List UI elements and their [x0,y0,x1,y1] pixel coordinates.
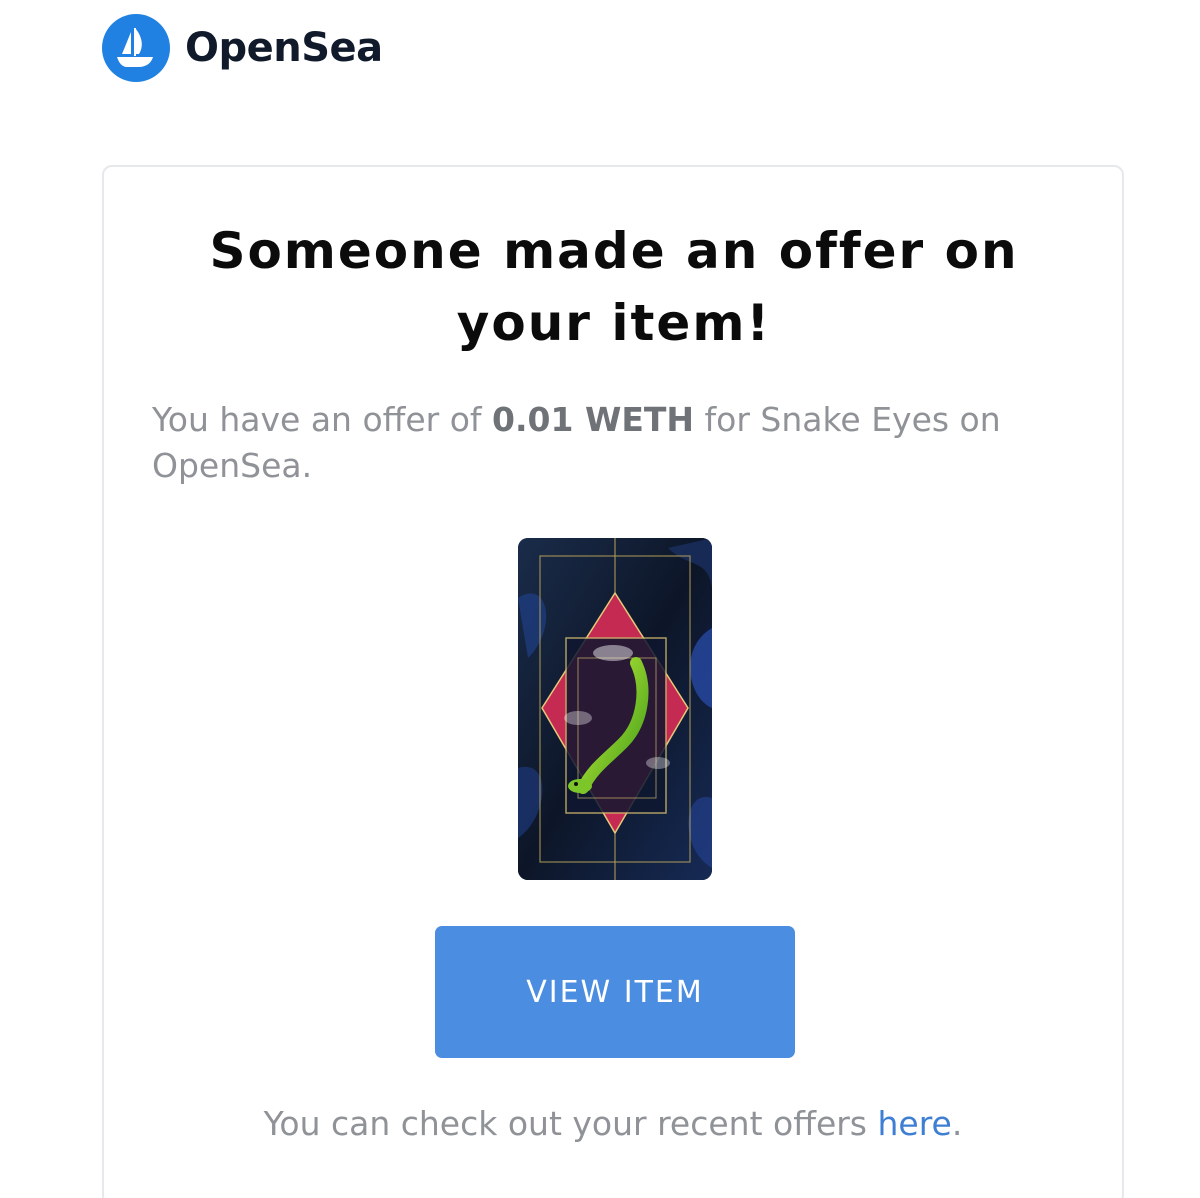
footer-suffix: . [951,1104,963,1143]
email-page: OpenSea Someone made an offer on your it… [0,0,1200,1198]
nft-item-image[interactable] [518,538,712,880]
headline: Someone made an offer on your item! [209,222,1019,352]
email-card: Someone made an offer on your item! You … [102,165,1124,1198]
footer-prefix: You can check out your recent offers [263,1104,878,1143]
brand-header[interactable]: OpenSea [102,14,383,82]
offer-amount: 0.01 WETH [492,400,695,439]
opensea-logo-icon [102,14,170,82]
offer-suffix: OpenSea. [152,446,313,485]
view-item-button[interactable]: VIEW ITEM [435,926,795,1058]
recent-offers-link[interactable]: here [878,1104,952,1143]
footer-message: You can check out your recent offers her… [104,1104,1122,1143]
brand-name: OpenSea [185,25,383,71]
offer-middle: for Snake Eyes on [694,400,1001,439]
offer-message: You have an offer of 0.01 WETH for Snake… [152,397,1052,489]
offer-prefix: You have an offer of [152,400,493,439]
